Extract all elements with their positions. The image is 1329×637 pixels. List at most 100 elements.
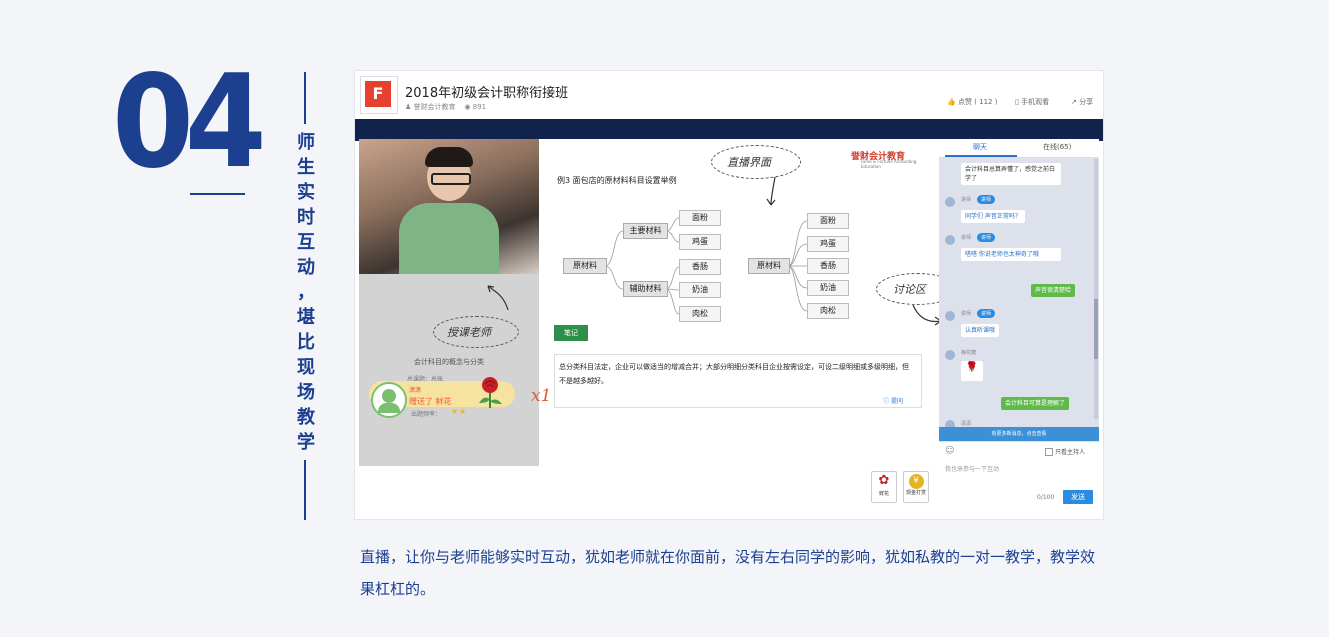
flower-gift-label: 鲜花 bbox=[878, 491, 889, 497]
tree-leaf: 肉松 bbox=[679, 306, 721, 322]
like-label: 点赞 ( 112 ) bbox=[957, 98, 998, 106]
thumbs-up-icon: 👍 bbox=[947, 98, 956, 106]
chat-sender: 梅花糖 bbox=[961, 350, 977, 356]
vertical-title-char: 学 bbox=[297, 432, 315, 453]
share-icon: ↗ bbox=[1071, 98, 1077, 106]
live-class-screenshot: F 2018年初级会计职称衔接班 ♟ 誉财会计教育 ◉ 891 👍 点赞 ( 1… bbox=[354, 70, 1104, 520]
host-only-label: 只看主持人 bbox=[1055, 449, 1086, 456]
char-counter: 0/100 bbox=[1037, 494, 1055, 501]
teacher-badge: 讲师 bbox=[977, 233, 996, 242]
chat-scrollbar-thumb[interactable] bbox=[1094, 299, 1098, 359]
chat-message: 嗒嗒 你说老师也太神奇了哦 bbox=[961, 248, 1061, 261]
share-button[interactable]: ↗ 分享 bbox=[1071, 97, 1093, 107]
chat-message: 会计科目总算弄懂了，感觉之前白学了 bbox=[961, 163, 1061, 185]
emoji-icon[interactable]: ☺ bbox=[945, 446, 954, 456]
chat-input-area: ☺ 只看主持人 我也来参与一下互动 0/100 发送 bbox=[939, 441, 1099, 513]
frequency-label: 出题频率： bbox=[411, 411, 442, 418]
avatar bbox=[945, 311, 955, 321]
tab-chat[interactable]: 聊天 bbox=[973, 142, 987, 152]
host-only-checkbox[interactable] bbox=[1045, 448, 1053, 456]
vertical-rule-top bbox=[304, 72, 306, 124]
avatar bbox=[371, 382, 407, 418]
lesson-title: 会计科目的概念与分类 bbox=[414, 358, 484, 366]
view-count: 891 bbox=[472, 103, 487, 111]
avatar-head bbox=[382, 389, 396, 403]
teacher-badge: 讲师 bbox=[977, 195, 996, 204]
tree-root-right: 原材料 bbox=[748, 258, 790, 274]
vertical-rule-bottom bbox=[304, 460, 306, 520]
teacher-annotation: 授课老师 bbox=[447, 326, 491, 339]
chat-message: 认真听课哦 bbox=[961, 324, 1000, 337]
course-logo: F bbox=[360, 76, 398, 114]
tree-leaf: 鸡蛋 bbox=[807, 236, 849, 252]
tree-leaf: 鸡蛋 bbox=[679, 234, 721, 250]
vertical-title-char: 教 bbox=[297, 407, 315, 428]
chat-message-self: 声音很清楚哈 bbox=[1031, 284, 1076, 297]
vertical-title-char: 互 bbox=[297, 232, 315, 253]
eye-icon: ◉ bbox=[464, 103, 471, 111]
vertical-title-char: ， bbox=[297, 282, 315, 303]
chat-message: 同学们 声音正常吗？ bbox=[961, 210, 1025, 223]
course-author: 誉财会计教育 bbox=[413, 103, 456, 111]
tab-online[interactable]: 在线(65) bbox=[1043, 142, 1071, 152]
teacher-glasses bbox=[431, 173, 471, 185]
flower-icon: ✿ bbox=[878, 473, 890, 488]
tree-leaf: 面粉 bbox=[679, 210, 721, 226]
chat-sender: 讲师 bbox=[961, 197, 972, 203]
like-button[interactable]: 👍 点赞 ( 112 ) bbox=[947, 97, 997, 107]
vertical-title-char: 生 bbox=[297, 157, 315, 178]
vertical-title-char: 比 bbox=[297, 332, 315, 353]
course-header: F 2018年初级会计职称衔接班 ♟ 誉财会计教育 ◉ 891 👍 点赞 ( 1… bbox=[355, 71, 1103, 119]
chat-input[interactable]: 我也来参与一下互动 bbox=[945, 464, 999, 473]
caption: 直播，让你与老师能够实时互动，犹如老师就在你面前，没有左右同学的影响，犹如私教的… bbox=[360, 548, 1096, 598]
tip-button[interactable]: ¥ 现金打赏 bbox=[903, 471, 929, 503]
active-tab-indicator bbox=[945, 155, 1017, 157]
chat-sender: 讲师 bbox=[961, 235, 972, 241]
tree-root-left: 原材料 bbox=[563, 258, 607, 274]
share-label: 分享 bbox=[1079, 98, 1094, 106]
avatar bbox=[945, 197, 955, 207]
vertical-title-char: 师 bbox=[297, 132, 315, 153]
phone-icon: ▯ bbox=[1015, 98, 1019, 106]
live-content: 授课老师 会计科目的概念与分类 总课题：总账 出题频率： ★★ 潇潇 赠送了 鲜… bbox=[359, 139, 1099, 513]
chat-message-self: 会计科目可算是理解了 bbox=[1001, 397, 1070, 410]
note-tag: 笔记 bbox=[554, 325, 588, 341]
section-number: 04 bbox=[112, 48, 267, 197]
note-text: 总分类科目法定，企业可以做适当的增减合并；大部分明细分类科目企业按需设定，可设二… bbox=[559, 363, 909, 385]
send-button[interactable]: 发送 bbox=[1063, 490, 1093, 504]
course-meta: ♟ 誉财会计教育 ◉ 891 bbox=[405, 102, 486, 112]
gift-sender: 潇潇 bbox=[409, 387, 422, 394]
tree-branch-aux: 辅助材料 bbox=[623, 281, 668, 297]
rose-icon bbox=[479, 377, 502, 408]
teacher-video[interactable] bbox=[359, 139, 539, 274]
mobile-label: 手机观看 bbox=[1021, 98, 1050, 106]
tree-connectors bbox=[604, 217, 808, 315]
chat-sender: 讲师 bbox=[961, 311, 972, 317]
avatar-body bbox=[378, 403, 400, 413]
teacher-info-panel: 授课老师 会计科目的概念与分类 总课题：总账 出题频率： ★★ 潇潇 赠送了 鲜… bbox=[359, 274, 551, 466]
discuss-annotation: 讨论区 bbox=[893, 283, 926, 296]
mobile-view-button[interactable]: ▯ 手机观看 bbox=[1015, 97, 1049, 107]
question-icon: ⓘ bbox=[883, 398, 890, 405]
teacher-arrow-icon bbox=[487, 285, 509, 311]
number-underline bbox=[190, 193, 245, 195]
user-icon: ♟ bbox=[405, 103, 412, 111]
vertical-title-char: 实 bbox=[297, 182, 315, 203]
chat-sender: 潇潇 bbox=[961, 421, 972, 427]
avatar bbox=[945, 235, 955, 245]
tip-label: 现金打赏 bbox=[905, 490, 926, 496]
gift-text: 赠送了 鲜花 bbox=[409, 397, 452, 406]
chat-flower: 🌹 bbox=[961, 361, 983, 381]
chat-scrollbar[interactable] bbox=[1094, 159, 1098, 419]
teacher-hair bbox=[425, 147, 473, 167]
brand-logo-icon: F bbox=[365, 81, 391, 107]
tree-leaf: 奶油 bbox=[679, 282, 721, 298]
teacher-badge: 讲师 bbox=[977, 309, 996, 318]
ask-question-button[interactable]: ⓘ 提问 bbox=[883, 396, 903, 405]
flower-gift-button[interactable]: ✿ 鲜花 bbox=[871, 471, 897, 503]
ask-label: 提问 bbox=[890, 398, 903, 405]
course-title: 2018年初级会计职称衔接班 bbox=[405, 86, 569, 101]
teacher-body bbox=[399, 203, 499, 274]
new-messages-banner[interactable]: 有更多新消息，点击查看 bbox=[939, 427, 1099, 441]
avatar bbox=[945, 350, 955, 360]
